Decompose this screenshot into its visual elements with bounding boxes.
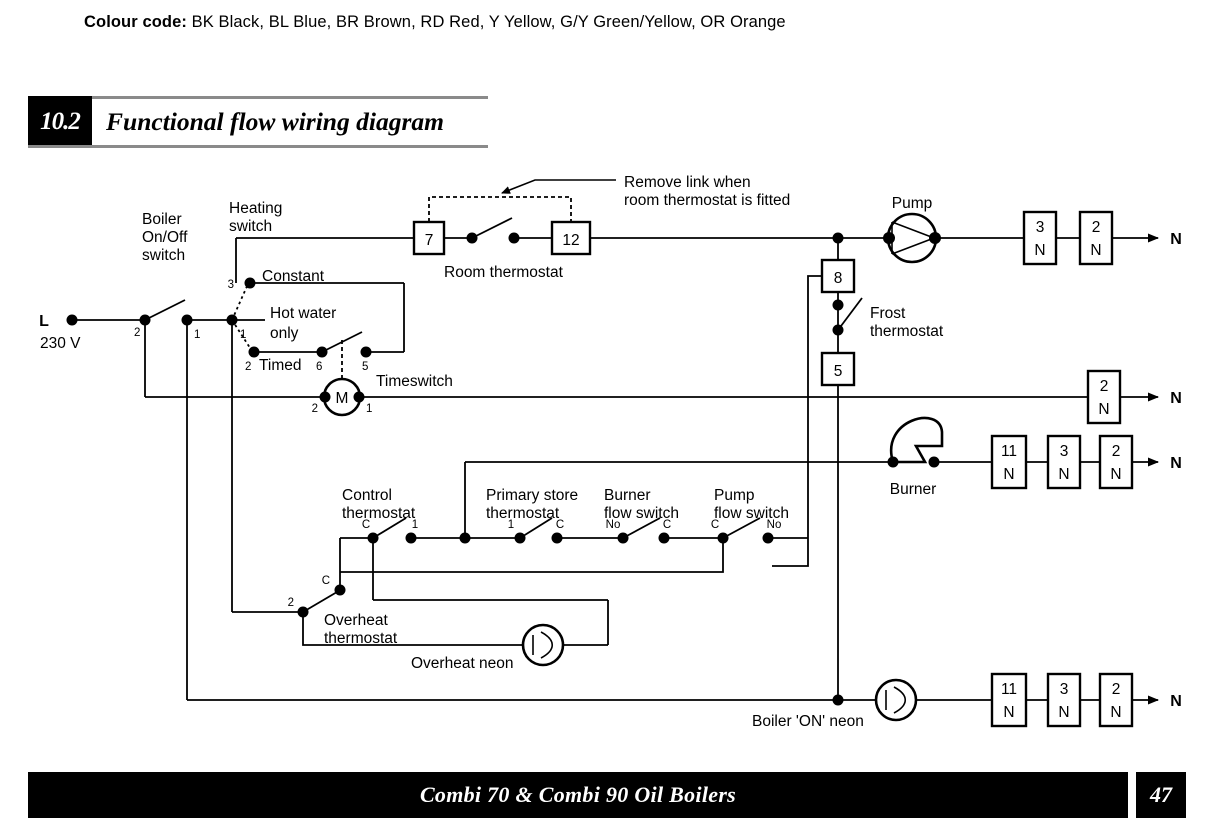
burner-group: 11 N 3 N 2 N N	[465, 416, 1182, 490]
page-footer: Combi 70 & Combi 90 Oil Boilers 47	[28, 772, 1186, 818]
footer-page-number: 47	[1150, 782, 1172, 807]
control-thermostat-label-2: thermostat	[342, 505, 416, 522]
marker-pump-flow-no: No	[767, 519, 782, 531]
hot-water-only-label-2: only	[270, 325, 299, 342]
timed-label: Timed	[259, 357, 302, 374]
constant-label: Constant	[262, 268, 325, 285]
hot-water-only-label-1: Hot water	[270, 305, 336, 322]
boiler-onoff-label-3: switch	[142, 247, 185, 264]
supply-phase-label: L	[39, 313, 49, 330]
block-burner-11-bottom: N	[1003, 466, 1014, 483]
remove-link-note-2: room thermostat is fitted	[624, 192, 790, 209]
frost-thermostat-group[interactable]: 8 5	[820, 238, 863, 700]
marker-control-thermostat-c: C	[362, 519, 370, 531]
frost-thermostat-label-1: Frost	[870, 305, 906, 322]
neutral-arrow-label-burner: N	[1170, 455, 1182, 472]
terminal-12-label: 12	[562, 232, 579, 249]
frost-thermostat-label-2: thermostat	[870, 323, 944, 340]
control-thermostat-common-link	[372, 538, 609, 646]
boiler-onoff-label-1: Boiler	[142, 211, 182, 228]
block-ts-2-bottom: N	[1098, 401, 1109, 418]
marker-selector-timed: 2	[245, 361, 251, 373]
timeswitch-contacts[interactable]	[316, 331, 405, 378]
marker-control-thermostat-1: 1	[412, 519, 418, 531]
footer-title: Combi 70 & Combi 90 Oil Boilers	[419, 782, 737, 807]
control-thermostat[interactable]	[339, 517, 465, 566]
pump-label: Pump	[892, 195, 933, 212]
primary-store-label-1: Primary store	[486, 487, 578, 504]
overheat-thermostat-label-1: Overheat	[324, 612, 388, 629]
marker-burner-flow-no: No	[606, 519, 621, 531]
marker-burner-flow-c: C	[663, 519, 671, 531]
boiler-onoff-label-2: On/Off	[142, 229, 188, 246]
block-neon-2-top: 2	[1112, 681, 1121, 698]
block-pump-2-bottom: N	[1090, 242, 1101, 259]
overheat-neon	[521, 623, 565, 667]
block-ts-2-top: 2	[1100, 378, 1109, 395]
marker-timeswitch-5: 5	[362, 361, 368, 373]
marker-selector-common: 1	[240, 329, 246, 341]
terminal-7-label: 7	[425, 232, 434, 249]
marker-selector-constant: 3	[228, 279, 234, 291]
supply-voltage-label: 230 V	[40, 335, 81, 352]
terminal-8-label: 8	[834, 270, 843, 287]
primary-store-label-2: thermostat	[486, 505, 560, 522]
neutral-arrow-label-timeswitch: N	[1170, 390, 1182, 407]
marker-timeswitch-6: 6	[316, 361, 322, 373]
block-pump-3-bottom: N	[1034, 242, 1045, 259]
marker-timeswitch-1: 1	[366, 403, 372, 415]
burner-label: Burner	[890, 481, 937, 498]
block-burner-3-bottom: N	[1058, 466, 1069, 483]
room-thermostat-label: Room thermostat	[444, 264, 564, 281]
block-neon-3-bottom: N	[1058, 704, 1069, 721]
block-pump-3-top: 3	[1036, 219, 1045, 236]
neutral-blocks-timeswitch-row: 2 N N	[1086, 369, 1182, 425]
marker-overheat-c: C	[322, 575, 330, 587]
control-thermostat-label-1: Control	[342, 487, 392, 504]
block-neon-2-bottom: N	[1110, 704, 1121, 721]
block-burner-2-bottom: N	[1110, 466, 1121, 483]
pump-group	[832, 212, 1024, 264]
boiler-onoff-switch[interactable]	[139, 299, 233, 326]
supply-live-line	[66, 314, 142, 326]
block-neon-11-bottom: N	[1003, 704, 1014, 721]
block-burner-3-top: 3	[1060, 443, 1069, 460]
marker-overheat-2: 2	[288, 597, 294, 609]
overheat-neon-label: Overheat neon	[411, 655, 514, 672]
marker-boiler-onoff-right: 1	[194, 329, 200, 341]
block-pump-2-top: 2	[1092, 219, 1101, 236]
block-neon-3-top: 3	[1060, 681, 1069, 698]
marker-primary-store-c: C	[556, 519, 564, 531]
live-rail-drops	[186, 320, 300, 700]
boiler-on-neon-group: 11 N 3 N 2 N N	[187, 672, 1182, 728]
functional-flow-wiring-diagram: M 7 12 3 N 2 N N 8 5 2 N N 11 N 3 N 2 N …	[39, 174, 1182, 730]
block-neon-11-top: 11	[1001, 681, 1017, 698]
remove-link-note-1: Remove link when	[624, 174, 751, 191]
heating-switch-label-1: Heating	[229, 200, 282, 217]
block-burner-11-top: 11	[1001, 443, 1017, 460]
marker-boiler-onoff-left: 2	[134, 327, 140, 339]
timeswitch-motor: M	[319, 377, 365, 417]
neutral-arrow-label-neon: N	[1170, 693, 1182, 710]
pump-flow-switch-label-1: Pump	[714, 487, 755, 504]
marker-primary-store-1: 1	[508, 519, 514, 531]
marker-pump-flow-c: C	[711, 519, 719, 531]
pump-flow-switch[interactable]	[340, 517, 808, 573]
marker-timeswitch-2: 2	[312, 403, 318, 415]
neutral-blocks-pump-row: 3 N 2 N N	[1022, 210, 1182, 266]
boiler-on-neon-label: Boiler 'ON' neon	[752, 713, 864, 730]
burner-flow-switch-label-1: Burner	[604, 487, 651, 504]
block-burner-2-top: 2	[1112, 443, 1121, 460]
timeswitch-label: Timeswitch	[376, 373, 453, 390]
overheat-thermostat-label-2: thermostat	[324, 630, 398, 647]
page: Colour code: BK Black, BL Blue, BR Brown…	[0, 0, 1214, 832]
heating-switch-label-2: switch	[229, 218, 272, 235]
neutral-arrow-label-pump: N	[1170, 231, 1182, 248]
motor-symbol-label: M	[336, 390, 349, 407]
terminal-5-label: 5	[834, 363, 843, 380]
